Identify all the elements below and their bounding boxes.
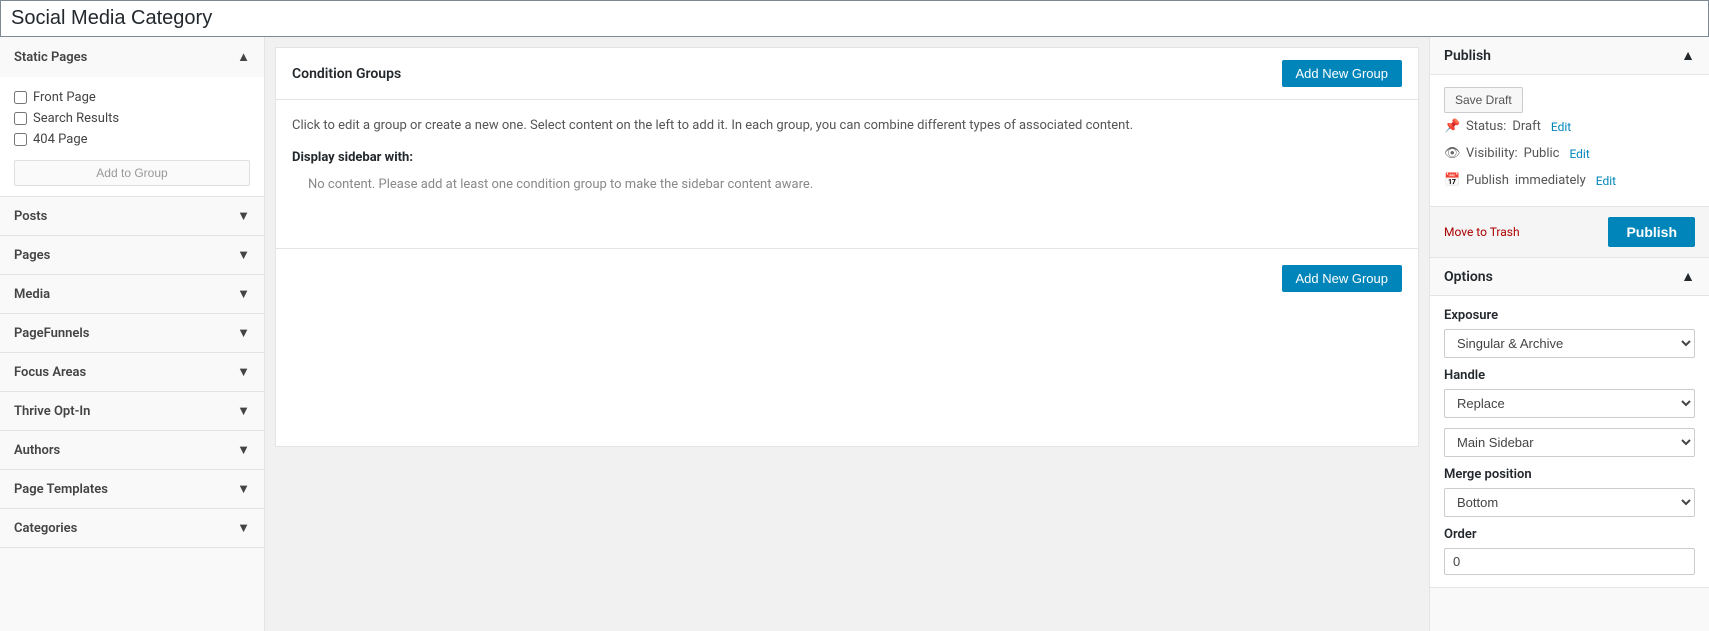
condition-groups-title: Condition Groups xyxy=(292,66,401,82)
thrive-opt-in-chevron-icon xyxy=(237,403,250,419)
pages-chevron-icon xyxy=(237,247,250,263)
eye-icon: 👁 xyxy=(1444,146,1460,161)
publish-footer: Move to Trash Publish xyxy=(1430,206,1709,257)
main-layout: Static Pages Front Page Search Results xyxy=(0,37,1709,631)
publish-panel-chevron-icon xyxy=(1681,47,1695,64)
options-panel: Options Exposure Singular & Archive Sing… xyxy=(1430,258,1709,588)
static-pages-label: Static Pages xyxy=(14,50,87,65)
options-panel-title: Options xyxy=(1444,269,1493,285)
list-item: Search Results xyxy=(14,108,250,129)
sidebar-item-pages[interactable]: Pages xyxy=(0,236,264,275)
options-panel-chevron-icon xyxy=(1681,268,1695,285)
options-section: Exposure Singular & Archive Singular Arc… xyxy=(1430,296,1709,587)
status-row: 📌 Status: Draft Edit xyxy=(1444,113,1695,140)
pagefunnels-chevron-icon xyxy=(237,325,250,341)
front-page-label: Front Page xyxy=(33,90,96,105)
sidebar-item-pagefunnels[interactable]: PageFunnels xyxy=(0,314,264,353)
visibility-label: Visibility: xyxy=(1466,146,1518,161)
page-title-input[interactable] xyxy=(11,7,1698,30)
visibility-value: Public xyxy=(1524,146,1560,161)
merge-position-select[interactable]: Bottom Top xyxy=(1444,488,1695,517)
thrive-opt-in-label: Thrive Opt-In xyxy=(14,404,90,419)
order-label: Order xyxy=(1444,527,1695,542)
left-sidebar: Static Pages Front Page Search Results xyxy=(0,37,265,631)
calendar-icon: 📅 xyxy=(1444,173,1460,188)
condition-groups-header: Condition Groups Add New Group xyxy=(276,48,1418,100)
pages-label: Pages xyxy=(14,248,50,263)
posts-label: Posts xyxy=(14,209,47,224)
right-sidebar: Publish Save Draft 📌 Status: Draft Edit … xyxy=(1429,37,1709,631)
authors-chevron-icon xyxy=(237,442,250,458)
sidebar-item-page-templates[interactable]: Page Templates xyxy=(0,470,264,509)
publish-button[interactable]: Publish xyxy=(1608,217,1695,247)
center-content: Condition Groups Add New Group Click to … xyxy=(265,37,1429,631)
focus-areas-label: Focus Areas xyxy=(14,365,86,380)
front-page-checkbox[interactable] xyxy=(14,91,27,104)
status-label: Status: xyxy=(1466,119,1506,134)
sidebar-item-thrive-opt-in[interactable]: Thrive Opt-In xyxy=(0,392,264,431)
visibility-row: 👁 Visibility: Public Edit xyxy=(1444,140,1695,167)
publish-time-value: immediately xyxy=(1515,173,1586,188)
publish-panel-title: Publish xyxy=(1444,48,1491,64)
status-value: Draft xyxy=(1512,119,1541,134)
visibility-edit-link[interactable]: Edit xyxy=(1569,147,1589,161)
page-templates-label: Page Templates xyxy=(14,482,108,497)
sidebar-nav-items: Posts Pages Media PageFunnels Focus Area… xyxy=(0,197,264,548)
add-new-group-top-button[interactable]: Add New Group xyxy=(1282,60,1403,87)
sidebar-item-categories[interactable]: Categories xyxy=(0,509,264,548)
categories-label: Categories xyxy=(14,521,77,536)
condition-groups-panel: Condition Groups Add New Group Click to … xyxy=(275,47,1419,447)
move-to-trash-link[interactable]: Move to Trash xyxy=(1444,225,1520,239)
no-content-message: No content. Please add at least one cond… xyxy=(276,171,1418,208)
search-results-checkbox[interactable] xyxy=(14,112,27,125)
handle-label: Handle xyxy=(1444,368,1695,383)
authors-label: Authors xyxy=(14,443,60,458)
merge-position-label: Merge position xyxy=(1444,467,1695,482)
publish-time-row: 📅 Publish immediately Edit xyxy=(1444,167,1695,194)
publish-panel-header: Publish xyxy=(1430,37,1709,75)
pin-icon: 📌 xyxy=(1444,119,1460,134)
list-item: 404 Page xyxy=(14,129,250,150)
404-page-checkbox[interactable] xyxy=(14,133,27,146)
sidebar-item-focus-areas[interactable]: Focus Areas xyxy=(0,353,264,392)
options-panel-header: Options xyxy=(1430,258,1709,296)
condition-groups-footer: Add New Group xyxy=(276,248,1418,308)
404-page-label: 404 Page xyxy=(33,132,88,147)
static-pages-header[interactable]: Static Pages xyxy=(0,37,264,77)
media-chevron-icon xyxy=(237,286,250,302)
display-sidebar-label: Display sidebar with: xyxy=(276,140,1418,171)
publish-time-label: Publish xyxy=(1466,173,1509,188)
list-item: Front Page xyxy=(14,87,250,108)
exposure-select[interactable]: Singular & Archive Singular Archive xyxy=(1444,329,1695,358)
page-templates-chevron-icon xyxy=(237,481,250,497)
sidebar-select[interactable]: Main Sidebar Secondary Sidebar xyxy=(1444,428,1695,457)
publish-panel: Publish Save Draft 📌 Status: Draft Edit … xyxy=(1430,37,1709,258)
page-wrapper: Static Pages Front Page Search Results xyxy=(0,0,1709,631)
categories-chevron-icon xyxy=(237,520,250,536)
exposure-label: Exposure xyxy=(1444,308,1695,323)
publish-time-edit-link[interactable]: Edit xyxy=(1596,174,1616,188)
focus-areas-chevron-icon xyxy=(237,364,250,380)
publish-panel-content: Save Draft 📌 Status: Draft Edit 👁 Visibi… xyxy=(1430,75,1709,206)
sidebar-item-media[interactable]: Media xyxy=(0,275,264,314)
order-input[interactable] xyxy=(1444,548,1695,575)
status-edit-link[interactable]: Edit xyxy=(1551,120,1571,134)
add-to-group-button[interactable]: Add to Group xyxy=(14,160,250,186)
add-new-group-bottom-button[interactable]: Add New Group xyxy=(1282,265,1403,292)
sidebar-item-posts[interactable]: Posts xyxy=(0,197,264,236)
media-label: Media xyxy=(14,287,50,302)
search-results-label: Search Results xyxy=(33,111,119,126)
save-draft-button[interactable]: Save Draft xyxy=(1444,87,1523,113)
sidebar-item-authors[interactable]: Authors xyxy=(0,431,264,470)
posts-chevron-icon xyxy=(237,208,250,224)
static-pages-chevron-icon xyxy=(237,49,250,65)
static-pages-section: Static Pages Front Page Search Results xyxy=(0,37,264,197)
handle-select[interactable]: Replace Add Before Add After xyxy=(1444,389,1695,418)
static-pages-content: Front Page Search Results 404 Page Add t… xyxy=(0,77,264,196)
pagefunnels-label: PageFunnels xyxy=(14,326,90,341)
static-pages-list: Front Page Search Results 404 Page xyxy=(14,87,250,150)
condition-groups-info: Click to edit a group or create a new on… xyxy=(276,100,1418,140)
title-bar xyxy=(0,0,1709,37)
